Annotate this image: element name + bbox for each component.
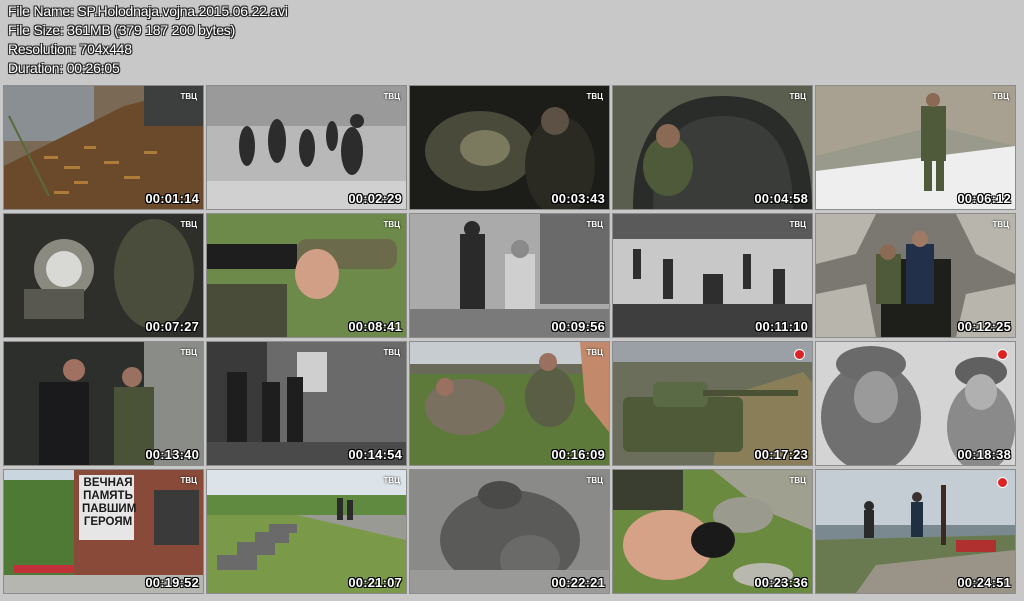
timestamp: 00:06:12 (957, 191, 1011, 206)
timestamp: 00:23:36 (754, 575, 808, 590)
timestamp: 00:11:10 (755, 319, 808, 334)
thumbnail[interactable]: 00:24:51 (816, 470, 1015, 593)
timestamp: 00:04:58 (754, 191, 808, 206)
thumbnail[interactable]: ТВЦ 00:23:36 (613, 470, 812, 593)
timestamp: 00:01:14 (145, 191, 199, 206)
memorial-line: ПАМЯТЬ (83, 490, 133, 502)
thumbnail[interactable]: ТВЦ 00:08:41 (207, 214, 406, 337)
thumbnail[interactable]: ТВЦ 00:03:43 (410, 86, 609, 209)
timestamp: 00:03:43 (551, 191, 605, 206)
timestamp: 00:19:52 (145, 575, 199, 590)
file-info: File Name: SP.Holodnaja.vojna.2015.06.22… (8, 2, 288, 78)
thumbnail[interactable]: ТВЦ 00:02:29 (207, 86, 406, 209)
timestamp: 00:24:51 (957, 575, 1011, 590)
thumbnail[interactable]: ТВЦ 00:16:09 (410, 342, 609, 465)
timestamp: 00:02:29 (348, 191, 402, 206)
timestamp: 00:08:41 (348, 319, 402, 334)
timestamp: 00:14:54 (348, 447, 402, 462)
timestamp: 00:09:56 (551, 319, 605, 334)
channel-logo: ТВЦ (383, 220, 400, 229)
thumbnail[interactable]: ТВЦ 00:13:40 (4, 342, 203, 465)
thumbnail[interactable]: ТВЦ 00:14:54 (207, 342, 406, 465)
channel-logo: ТВЦ (992, 220, 1009, 229)
channel-logo: ТВЦ (789, 220, 806, 229)
channel-logo: ТВЦ (180, 348, 197, 357)
channel-logo: ТВЦ (586, 476, 603, 485)
timestamp: 00:12:25 (957, 319, 1011, 334)
thumbnail[interactable]: ТВЦ 00:11:10 (613, 214, 812, 337)
thumbnail-grid: ТВЦ 00:01:14 ТВЦ 00:02:29 ТВЦ 00:03:43 Т… (4, 86, 1015, 593)
thumbnail[interactable]: ТВЦ 00:09:56 (410, 214, 609, 337)
channel-logo-icon (794, 349, 805, 360)
file-name-text: File Name: SP.Holodnaja.vojna.2015.06.22… (8, 3, 288, 19)
channel-logo: ТВЦ (789, 92, 806, 101)
thumbnail[interactable]: ТВЦ 00:12:25 (816, 214, 1015, 337)
channel-logo: ТВЦ (383, 476, 400, 485)
memorial-line: ВЕЧНАЯ (83, 477, 133, 489)
channel-logo: ТВЦ (180, 220, 197, 229)
channel-logo: ТВЦ (586, 348, 603, 357)
channel-logo: ТВЦ (383, 92, 400, 101)
timestamp: 00:07:27 (145, 319, 199, 334)
thumbnail[interactable]: 00:18:38 (816, 342, 1015, 465)
channel-logo: ТВЦ (586, 220, 603, 229)
duration-text: Duration: 00:26:05 (8, 60, 120, 76)
thumbnail[interactable]: ТВЦ 00:06:12 (816, 86, 1015, 209)
memorial-line: ГЕРОЯМ (83, 516, 133, 528)
channel-logo-icon (997, 349, 1008, 360)
channel-logo: ТВЦ (789, 476, 806, 485)
thumbnail[interactable]: ТВЦ 00:04:58 (613, 86, 812, 209)
thumbnail[interactable]: 00:17:23 (613, 342, 812, 465)
thumbnail[interactable]: ТВЦ 00:22:21 (410, 470, 609, 593)
timestamp: 00:18:38 (957, 447, 1011, 462)
channel-logo: ТВЦ (992, 92, 1009, 101)
timestamp: 00:22:21 (551, 575, 605, 590)
channel-logo: ТВЦ (180, 92, 197, 101)
timestamp: 00:16:09 (551, 447, 605, 462)
channel-logo-icon (997, 477, 1008, 488)
resolution-text: Resolution: 704x448 (8, 41, 132, 57)
thumbnail[interactable]: ТВЦ 00:01:14 (4, 86, 203, 209)
thumbnail[interactable]: ТВЦ 00:21:07 (207, 470, 406, 593)
channel-logo: ТВЦ (586, 92, 603, 101)
file-size-text: File Size: 361MB (379 187 200 bytes) (8, 22, 236, 38)
channel-logo: ТВЦ (383, 348, 400, 357)
channel-logo: ТВЦ (180, 476, 197, 485)
timestamp: 00:17:23 (754, 447, 808, 462)
timestamp: 00:21:07 (348, 575, 402, 590)
timestamp: 00:13:40 (145, 447, 199, 462)
memorial-inscription: ВЕЧНАЯ ПАМЯТЬ ПАВШИМ ГЕРОЯМ (82, 477, 137, 529)
memorial-line: ПАВШИМ (82, 503, 137, 515)
thumbnail[interactable]: ВЕЧНАЯ ПАМЯТЬ ПАВШИМ ГЕРОЯМ ТВЦ 00:19:52 (4, 470, 203, 593)
thumbnail[interactable]: ТВЦ 00:07:27 (4, 214, 203, 337)
